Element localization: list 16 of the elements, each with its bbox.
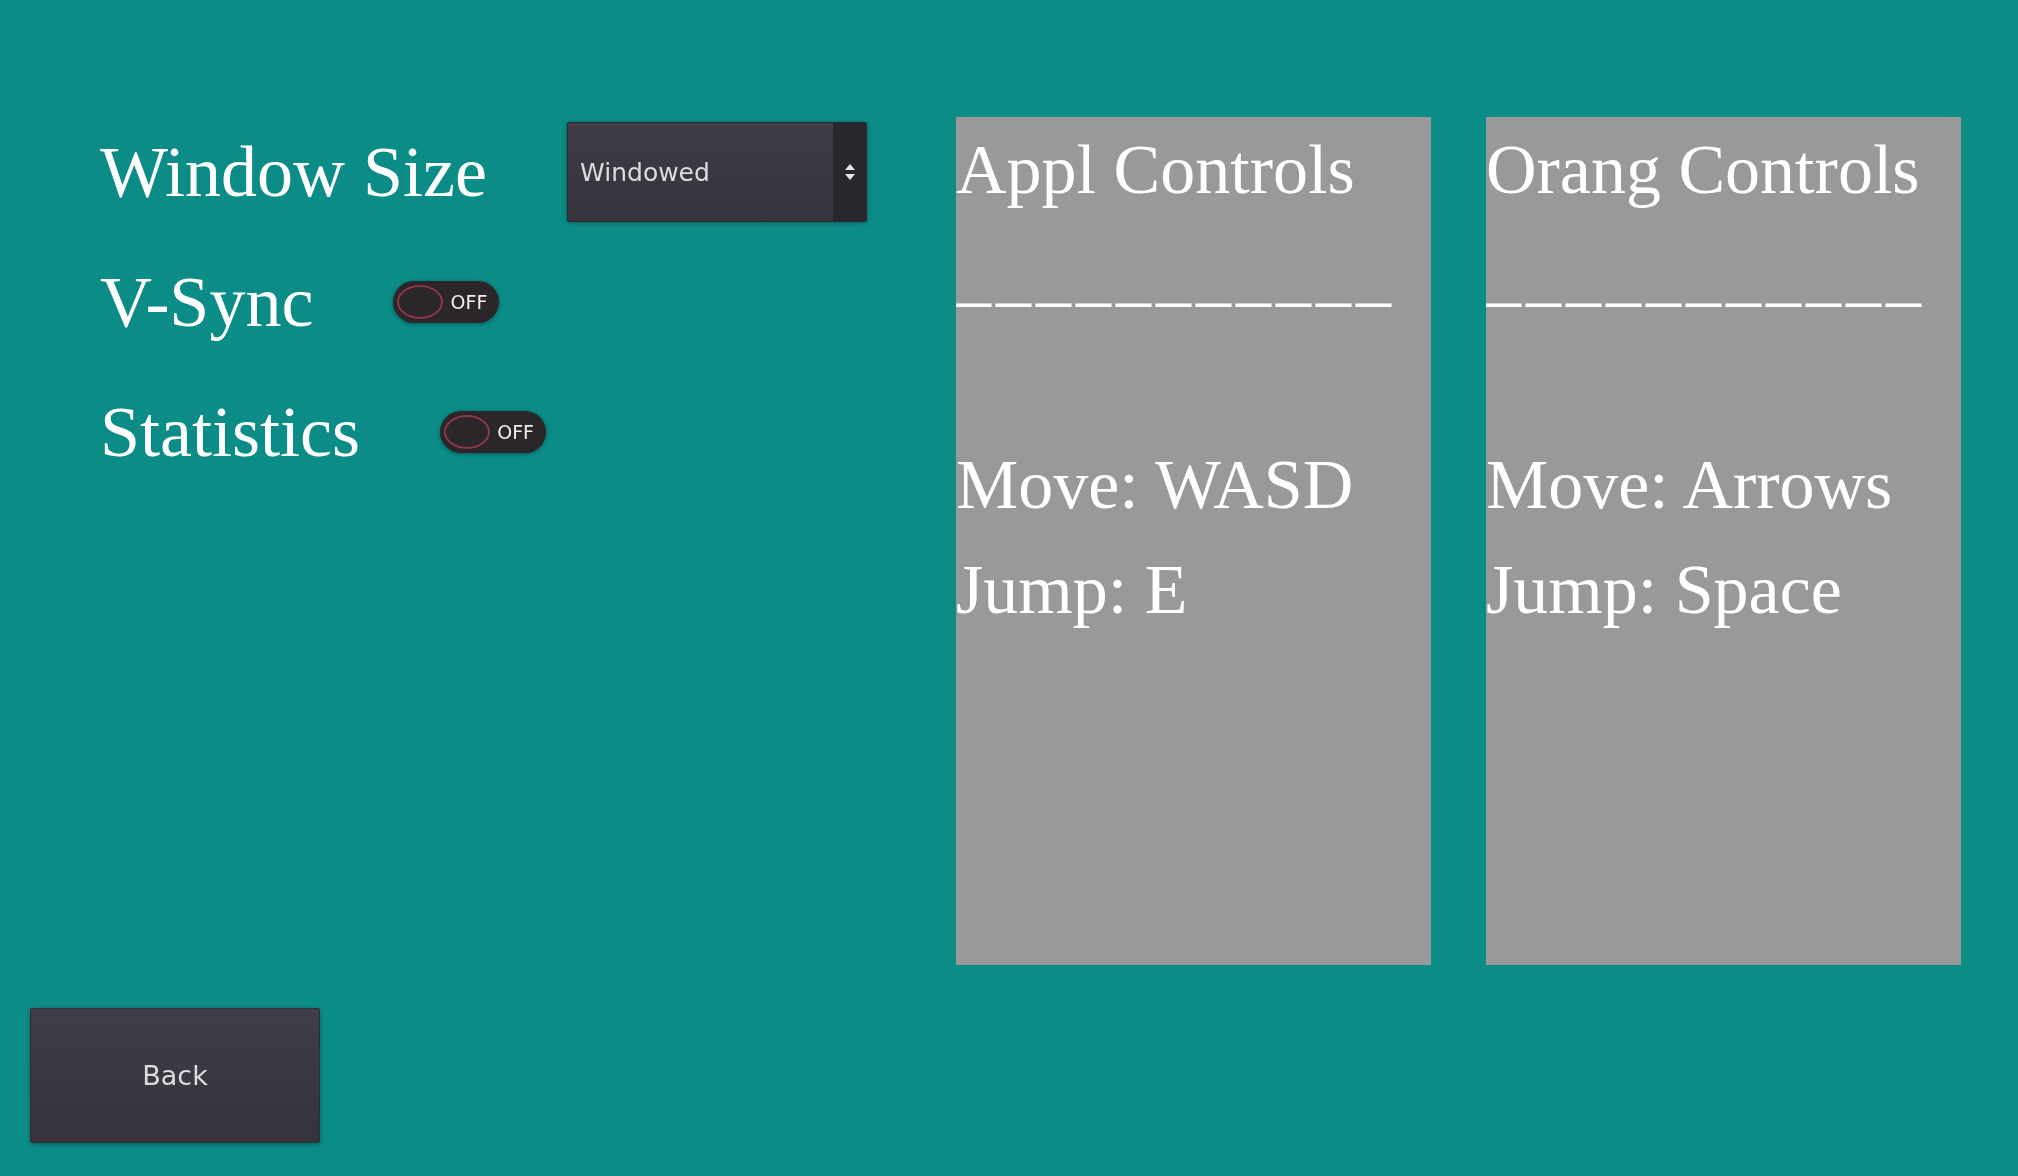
- setting-label: Statistics: [100, 390, 360, 474]
- key-binding-text: Jump: Space: [1486, 550, 1843, 630]
- setting-label: Window Size: [100, 130, 488, 214]
- key-binding-text: Move: Arrows: [1486, 445, 1894, 525]
- ring-icon: [397, 285, 444, 319]
- window-size-dropdown[interactable]: Windowed: [567, 122, 868, 222]
- back-button[interactable]: Back: [30, 1008, 320, 1143]
- key-binding-text: Jump: E: [956, 550, 1189, 630]
- up-down-arrows-icon: [845, 164, 856, 180]
- toggle-switch[interactable]: OFF: [440, 411, 546, 453]
- key-binding-text: Move: WASD: [956, 445, 1355, 525]
- ring-icon: [444, 415, 490, 449]
- panel-title: Orang Controls: [1486, 130, 1921, 210]
- panel-title: Appl Controls: [956, 130, 1356, 210]
- toggle-switch[interactable]: OFF: [393, 281, 500, 323]
- setting-label: V-Sync: [100, 260, 314, 344]
